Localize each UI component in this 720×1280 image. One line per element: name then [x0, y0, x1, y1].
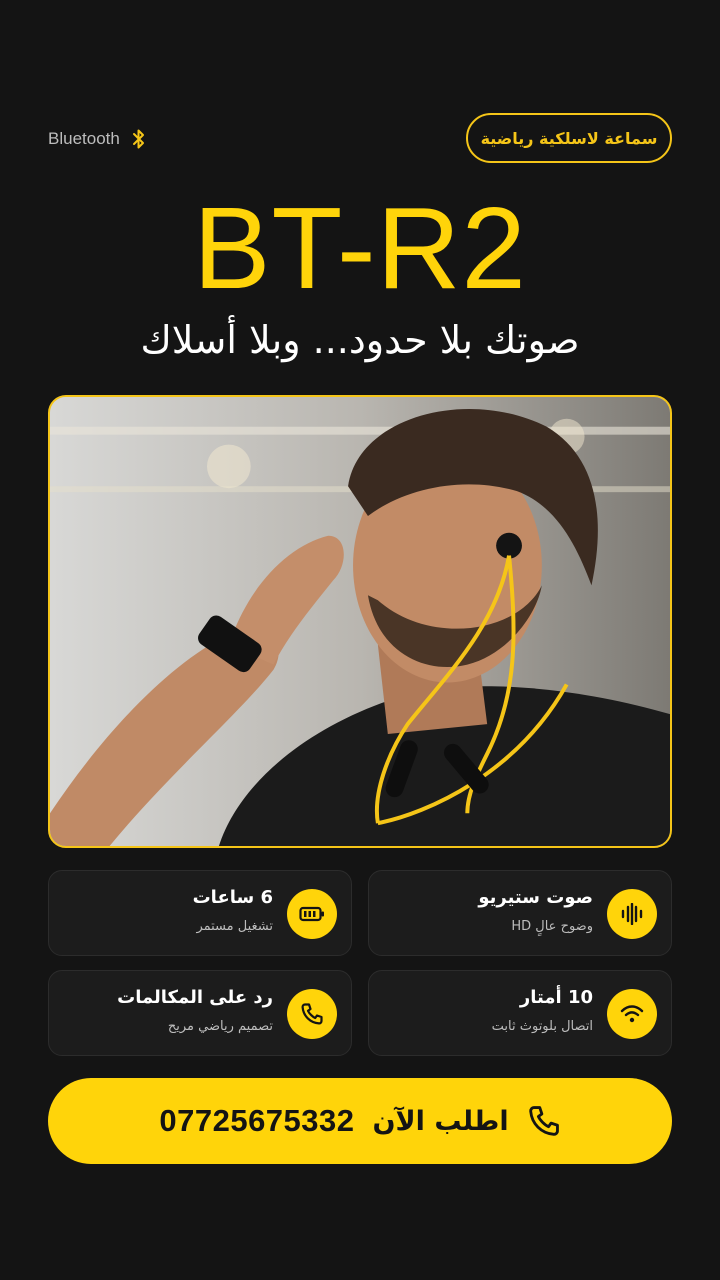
tagline: صوتك بلا حدود... وبلا أسلاك [140, 318, 580, 362]
category-badge: سماعة لاسلكية رياضية [466, 113, 672, 163]
man-with-earphones-illustration [50, 397, 670, 846]
wifi-icon [607, 989, 657, 1039]
bluetooth-indicator: Bluetooth [48, 128, 146, 150]
phone-icon [528, 1106, 559, 1136]
order-now-button[interactable]: 07725675332 اطلب الآن [48, 1078, 672, 1164]
feature-title: 6 ساعات [192, 887, 273, 908]
bluetooth-icon [132, 129, 144, 149]
feature-card-calls: رد على المكالمات تصميم رياضي مريح [48, 970, 352, 1056]
battery-icon [287, 889, 337, 939]
feature-card-range: 10 أمتار اتصال بلوتوث ثابت [368, 970, 672, 1056]
feature-title: 10 أمتار [519, 987, 593, 1008]
feature-card-stereo: صوت ستيريو وضوح عالٍ HD [368, 870, 672, 956]
feature-subtitle: تصميم رياضي مريح [167, 1019, 273, 1034]
feature-subtitle: تشغيل مستمر [196, 919, 273, 934]
sound-wave-icon [607, 889, 657, 939]
feature-title: رد على المكالمات [117, 987, 273, 1008]
feature-title: صوت ستيريو [478, 887, 593, 908]
order-label: اطلب الآن [372, 1105, 509, 1137]
phone-icon [287, 989, 337, 1039]
bluetooth-label: Bluetooth [48, 129, 120, 148]
model-title: BT-R2 [193, 183, 527, 313]
phone-number: 07725675332 [159, 1103, 355, 1138]
product-photo [48, 395, 672, 848]
feature-subtitle: اتصال بلوتوث ثابت [491, 1019, 593, 1034]
feature-subtitle: وضوح عالٍ HD [511, 919, 593, 934]
feature-card-battery: 6 ساعات تشغيل مستمر [48, 870, 352, 956]
